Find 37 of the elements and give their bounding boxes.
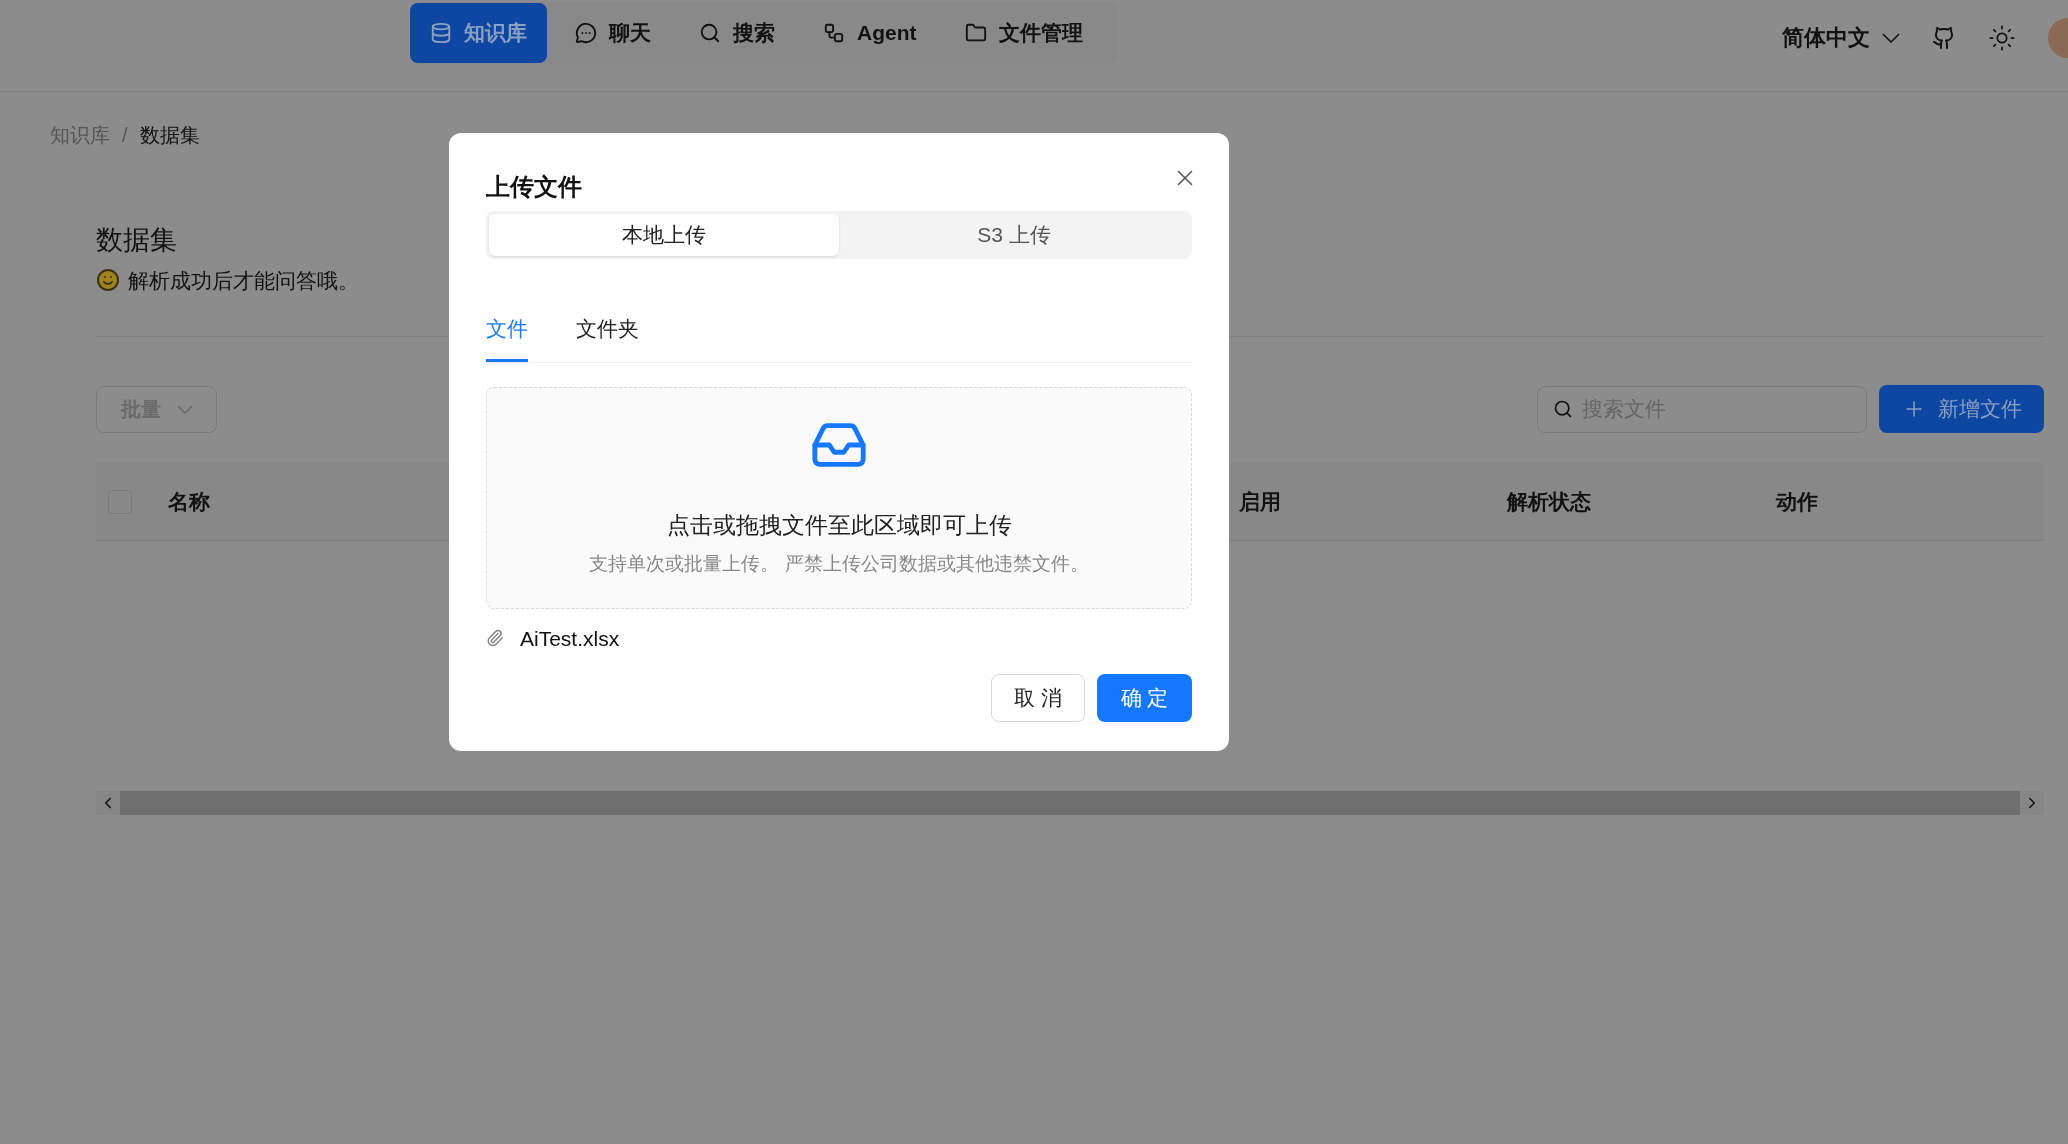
nav-tab[interactable]: 搜索 — [679, 3, 795, 63]
nav-tab[interactable]: 聊天 — [555, 3, 671, 63]
file-name[interactable]: AiTest.xlsx — [520, 622, 620, 654]
dropzone-hint: 支持单次或批量上传。 严禁上传公司数据或其他违禁文件。 — [589, 552, 1089, 576]
page-description: 解析成功后才能问答哦。 — [128, 267, 359, 294]
breadcrumb-separator: / — [122, 123, 128, 148]
nodes-icon — [823, 22, 845, 44]
dropzone-title: 点击或拖拽文件至此区域即可上传 — [666, 510, 1012, 540]
nav-tab[interactable]: 文件管理 — [944, 3, 1103, 63]
column-header: 启用 — [1239, 488, 1282, 515]
chevron-down-icon — [1882, 32, 1900, 43]
paperclip-icon — [486, 629, 504, 648]
nav-tab[interactable]: 知识库 — [410, 3, 547, 63]
column-header: 名称 — [167, 489, 210, 513]
segment-option[interactable]: 本地上传 — [489, 214, 839, 256]
language-select[interactable]: 简体中文 — [1782, 21, 1900, 54]
search-icon — [1553, 398, 1573, 419]
nav-tab[interactable]: Agent — [803, 3, 937, 63]
column-header: 解析状态 — [1507, 488, 1592, 515]
chevron-down-icon — [176, 404, 193, 414]
ok-button[interactable]: 确 定 — [1097, 674, 1192, 722]
page-title: 数据集 — [96, 224, 177, 257]
database-icon — [430, 22, 452, 44]
chat-icon — [575, 22, 597, 44]
github-icon[interactable] — [1932, 25, 1956, 50]
column-header: 动作 — [1775, 488, 1818, 515]
folder-icon — [964, 22, 987, 44]
tab[interactable]: 文件 — [486, 313, 528, 362]
upload-dropzone[interactable]: 点击或拖拽文件至此区域即可上传 支持单次或批量上传。 严禁上传公司数据或其他违禁文件。 — [486, 386, 1192, 609]
search-icon — [699, 22, 721, 44]
theme-toggle-icon[interactable] — [1988, 23, 2016, 52]
tab[interactable]: 文件夹 — [576, 313, 639, 362]
add-file-button[interactable]: 新增文件 — [1879, 385, 2044, 433]
cancel-button[interactable]: 取 消 — [991, 674, 1085, 722]
dialog-title: 上传文件 — [486, 172, 582, 202]
breadcrumb-item: 数据集 — [139, 123, 200, 148]
segment-option[interactable]: S3 上传 — [839, 214, 1189, 256]
